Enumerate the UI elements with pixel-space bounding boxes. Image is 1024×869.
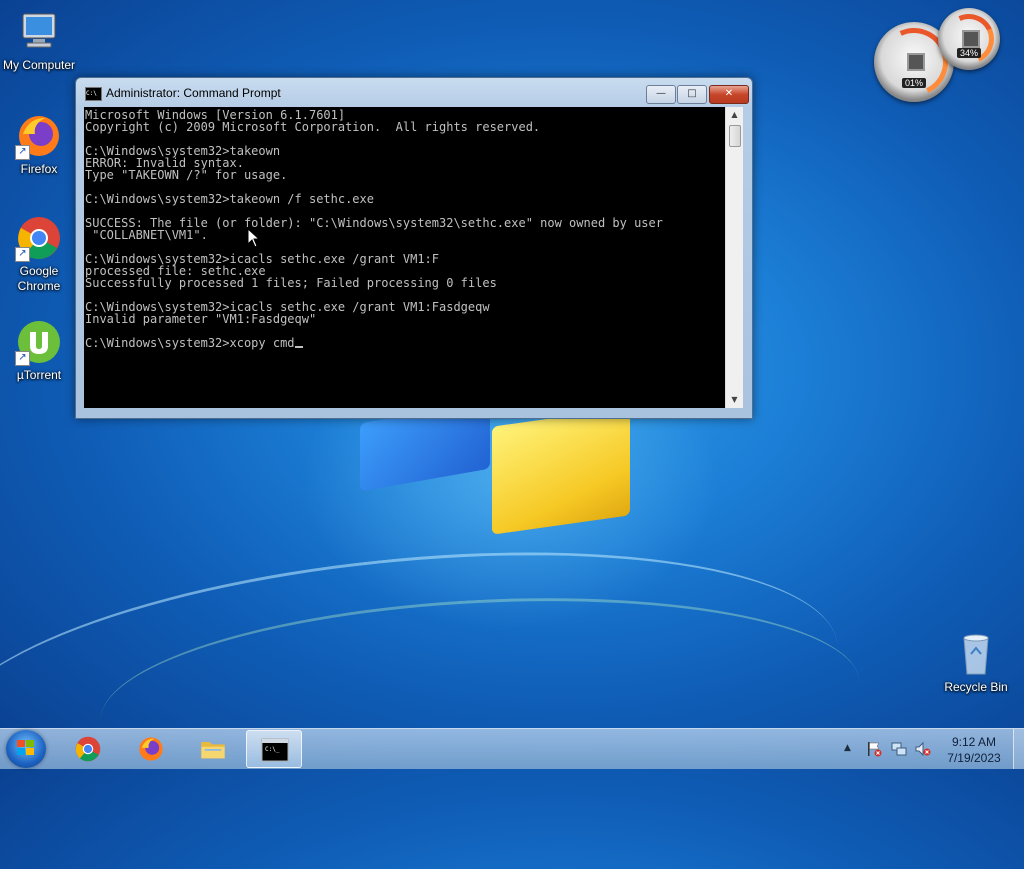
recycle-bin-icon bbox=[952, 630, 1000, 678]
taskbar-app-chrome[interactable] bbox=[60, 730, 116, 768]
taskbar: C:\_ ▲ 9:12 AM 7/19/2023 bbox=[0, 728, 1024, 769]
taskbar-app-command-prompt[interactable]: C:\_ bbox=[246, 730, 302, 768]
desktop-icon-my-computer[interactable]: My Computer bbox=[0, 8, 78, 73]
minimize-button[interactable]: — bbox=[646, 85, 676, 104]
memory-chip-icon bbox=[962, 30, 980, 48]
volume-muted-icon[interactable] bbox=[915, 741, 931, 757]
firefox-icon bbox=[139, 737, 163, 761]
desktop-icon-google-chrome[interactable]: ↗ Google Chrome bbox=[0, 214, 78, 294]
clock-date: 7/19/2023 bbox=[947, 751, 1001, 765]
chrome-icon: ↗ bbox=[15, 214, 63, 262]
desktop-icon-label: µTorrent bbox=[16, 368, 62, 382]
folder-icon bbox=[201, 742, 225, 759]
start-button[interactable] bbox=[6, 730, 46, 768]
window-title: Administrator: Command Prompt bbox=[106, 86, 281, 100]
memory-usage-value: 34% bbox=[956, 48, 982, 58]
taskbar-app-explorer[interactable] bbox=[185, 730, 241, 768]
clock-time: 9:12 AM bbox=[951, 735, 997, 749]
svg-text:C:\_: C:\_ bbox=[265, 746, 280, 753]
cpu-usage-value: 01% bbox=[901, 78, 927, 88]
scroll-up-button[interactable]: ▲ bbox=[726, 107, 743, 123]
network-icon[interactable] bbox=[891, 741, 907, 757]
console-line: Successfully processed 1 files; Failed p… bbox=[85, 276, 497, 290]
taskbar-app-firefox[interactable] bbox=[123, 730, 179, 768]
text-cursor bbox=[294, 346, 303, 348]
window-titlebar[interactable]: C:\ Administrator: Command Prompt — □ ✕ bbox=[76, 78, 752, 106]
maximize-button[interactable]: □ bbox=[677, 85, 707, 104]
console-line: Copyright (c) 2009 Microsoft Corporation… bbox=[85, 120, 541, 134]
show-hidden-icons-button[interactable]: ▲ bbox=[844, 743, 851, 753]
shortcut-arrow-icon: ↗ bbox=[15, 145, 30, 160]
desktop-icon-label: My Computer bbox=[2, 58, 76, 72]
memory-gauge: 34% bbox=[936, 6, 1002, 72]
console-output[interactable]: Microsoft Windows [Version 6.1.7601] Copy… bbox=[84, 107, 725, 408]
cmd-icon: C:\_ bbox=[261, 738, 289, 762]
firefox-icon: ↗ bbox=[15, 112, 63, 160]
console-prompt-line[interactable]: C:\Windows\system32>xcopy cmd bbox=[85, 337, 725, 349]
desktop-icon-label: Recycle Bin bbox=[944, 680, 1008, 694]
windows-logo-wallpaper bbox=[360, 400, 640, 535]
cpu-chip-icon bbox=[907, 53, 925, 71]
desktop-icon-label: Google Chrome bbox=[17, 264, 61, 293]
mouse-pointer-icon bbox=[247, 228, 261, 248]
shortcut-arrow-icon: ↗ bbox=[15, 351, 30, 366]
console-line: C:\Windows\system32>takeown /f sethc.exe bbox=[85, 192, 374, 206]
cmd-window-icon: C:\ bbox=[85, 87, 102, 101]
console-line: "COLLABNET\VM1". bbox=[85, 228, 208, 242]
console-line: Type "TAKEOWN /?" for usage. bbox=[85, 168, 288, 182]
scroll-down-button[interactable]: ▼ bbox=[726, 392, 743, 408]
computer-icon bbox=[15, 8, 63, 56]
console-prompt-text: C:\Windows\system32>xcopy cmd bbox=[85, 336, 295, 350]
desktop-icon-recycle-bin[interactable]: Recycle Bin bbox=[937, 630, 1015, 695]
system-clock[interactable]: 9:12 AM 7/19/2023 bbox=[936, 734, 1012, 766]
command-prompt-window[interactable]: C:\ Administrator: Command Prompt — □ ✕ … bbox=[75, 77, 753, 419]
cpu-meter-gadget[interactable]: 01% 34% bbox=[870, 6, 1002, 106]
windows-flag-icon bbox=[17, 740, 34, 755]
close-button[interactable]: ✕ bbox=[709, 85, 749, 104]
console-line: Invalid parameter "VM1:Fasdgeqw" bbox=[85, 312, 317, 326]
desktop-icon-utorrent[interactable]: ↗ µTorrent bbox=[0, 318, 78, 383]
shortcut-arrow-icon: ↗ bbox=[15, 247, 30, 262]
wallpaper-streak bbox=[95, 580, 865, 823]
desktop-icon-label: Firefox bbox=[20, 162, 58, 176]
action-center-flag-icon[interactable] bbox=[866, 741, 882, 757]
utorrent-icon: ↗ bbox=[15, 318, 63, 366]
scrollbar-thumb[interactable] bbox=[729, 125, 741, 147]
desktop-icon-firefox[interactable]: ↗ Firefox bbox=[0, 112, 78, 177]
wallpaper-streak bbox=[0, 513, 852, 869]
chrome-icon bbox=[75, 736, 101, 762]
show-desktop-button[interactable] bbox=[1013, 729, 1024, 769]
vertical-scrollbar[interactable]: ▲ ▼ bbox=[725, 107, 743, 408]
